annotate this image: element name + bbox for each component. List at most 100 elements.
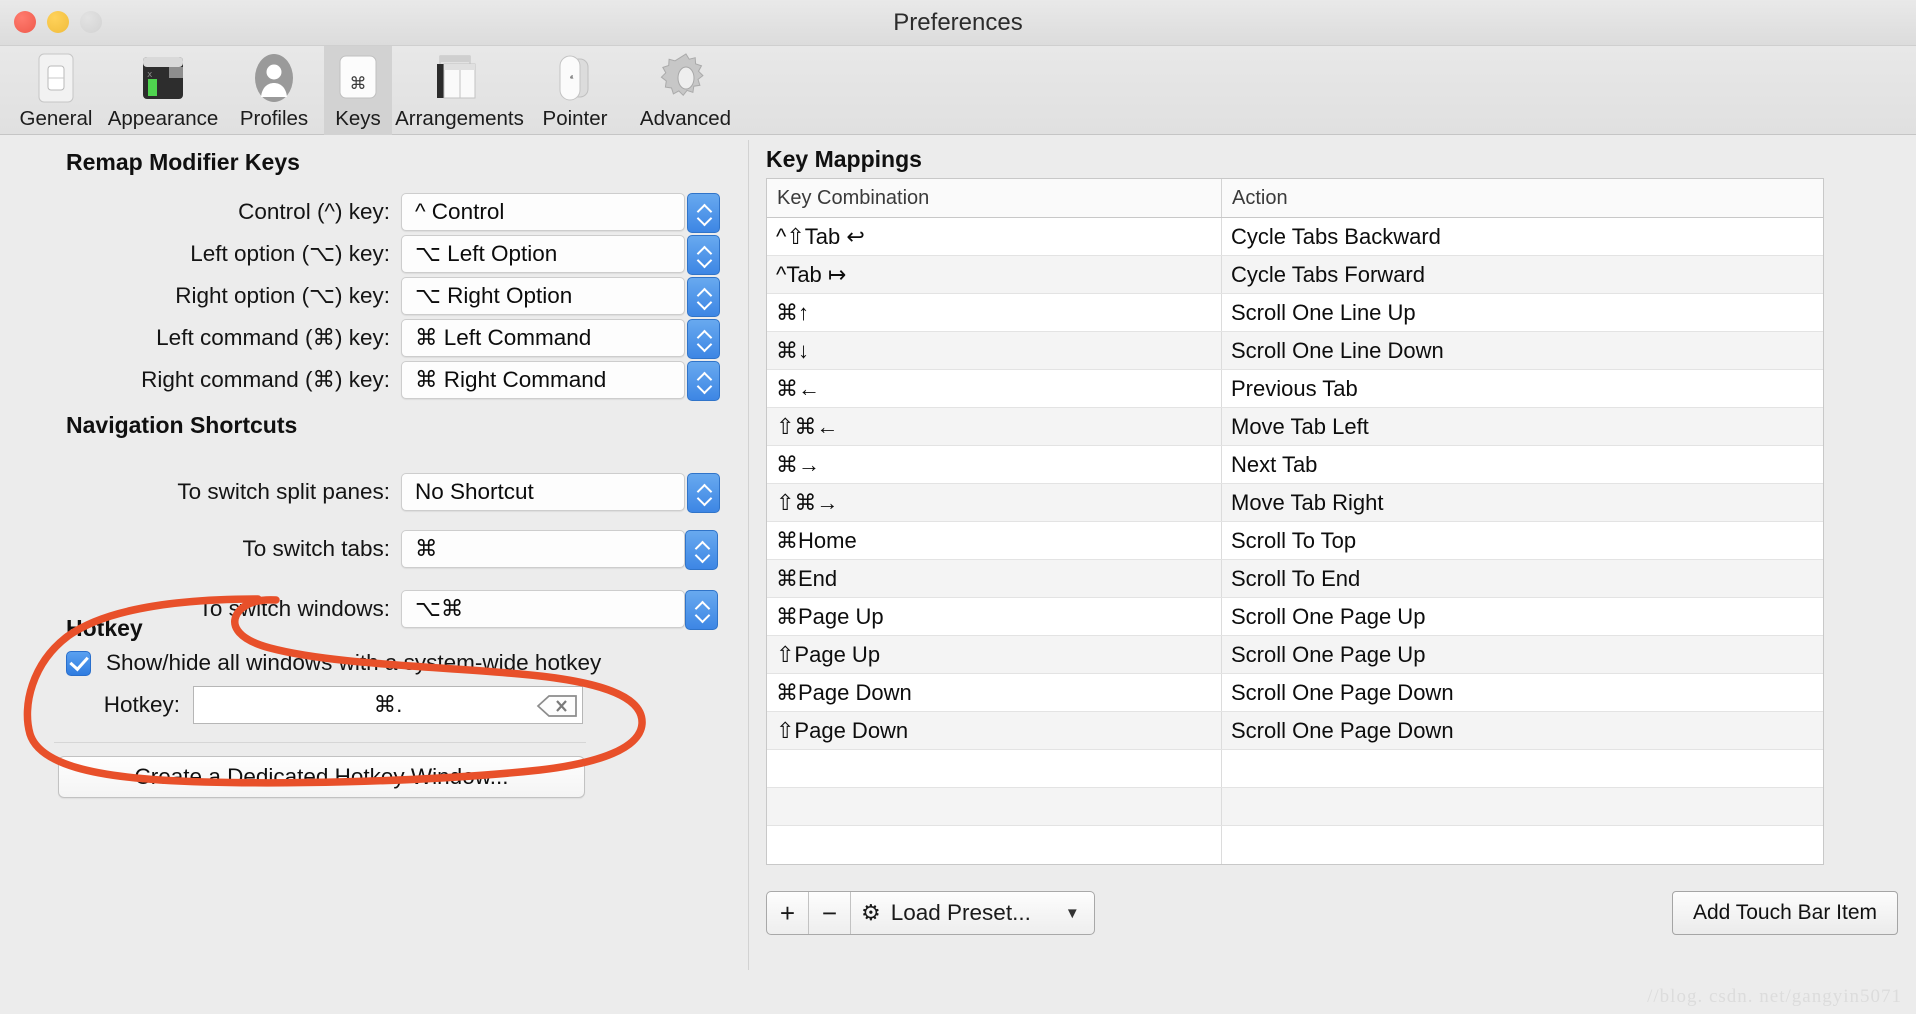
key-mappings-heading: Key Mappings: [766, 146, 922, 172]
table-row[interactable]: ⌘Page Up Scroll One Page Up: [767, 598, 1823, 636]
table-row[interactable]: ^Tab ↦ Cycle Tabs Forward: [767, 256, 1823, 294]
remap-control-stepper[interactable]: [687, 193, 720, 233]
cell-action: Cycle Tabs Backward: [1231, 223, 1441, 249]
cell-action: Scroll One Line Down: [1231, 337, 1444, 363]
general-icon: [32, 52, 80, 104]
keys-icon: ⌘: [335, 52, 381, 104]
remap-left-command-stepper[interactable]: [687, 319, 720, 359]
load-preset-dropdown[interactable]: ⚙ Load Preset... ▼: [851, 892, 1094, 934]
remap-right-option-popup[interactable]: ⌥ Right Option: [401, 277, 720, 317]
remap-value: ^ Control: [415, 199, 505, 224]
chevron-down-icon: ▼: [1064, 904, 1080, 922]
table-row[interactable]: ⇧⌘→ Move Tab Right: [767, 484, 1823, 522]
remap-control-popup[interactable]: ^ Control: [401, 193, 720, 233]
table-row[interactable]: ⌘↓ Scroll One Line Down: [767, 332, 1823, 370]
column-header-action[interactable]: Action: [1222, 179, 1823, 217]
table-row[interactable]: ⇧Page Up Scroll One Page Up: [767, 636, 1823, 674]
remap-left-command-popup[interactable]: ⌘ Left Command: [401, 319, 720, 359]
hotkey-input[interactable]: ⌘.: [193, 686, 583, 724]
remap-row-left-command: Left command (⌘) key: ⌘ Left Command: [0, 319, 720, 359]
remap-modifier-keys-heading: Remap Modifier Keys: [66, 149, 300, 175]
cell-key-combination: ⇧⌘←: [767, 408, 1222, 445]
minus-icon: −: [821, 897, 838, 928]
cell-action: Move Tab Left: [1231, 413, 1369, 439]
chevron-down-icon: [697, 494, 711, 502]
key-mappings-table-header: Key Combination Action: [767, 179, 1823, 218]
remap-label: Left command (⌘) key:: [156, 325, 390, 350]
hotkey-checkbox[interactable]: [66, 650, 91, 676]
cell-key-combination: ⌘End: [767, 560, 1222, 597]
nav-switch-windows-popup[interactable]: ⌥⌘: [401, 590, 718, 630]
table-row[interactable]: ⇧Page Down Scroll One Page Down: [767, 712, 1823, 750]
cell-action: Scroll To End: [1231, 565, 1361, 591]
toolbar-item-profiles[interactable]: Profiles: [224, 46, 324, 135]
cell-action: Scroll One Page Down: [1231, 679, 1454, 705]
preset-segmented-control: + − ⚙ Load Preset... ▼: [766, 891, 1095, 935]
chevron-down-icon: [695, 551, 709, 559]
toolbar-item-general[interactable]: General: [10, 46, 102, 135]
create-dedicated-hotkey-window-label: Create a Dedicated Hotkey Window...: [134, 764, 509, 789]
table-row[interactable]: ⌘→ Next Tab: [767, 446, 1823, 484]
toolbar-item-label: General: [19, 107, 93, 130]
remap-value: ⌘ Left Command: [415, 325, 592, 350]
column-header-key-combination[interactable]: Key Combination: [767, 179, 1222, 217]
remap-right-option-stepper[interactable]: [687, 277, 720, 317]
watermark-text: //blog. csdn. net/gangyin5071: [1647, 986, 1902, 1007]
chevron-down-icon: [697, 256, 711, 264]
cell-key-combination: ⌘Home: [767, 522, 1222, 559]
cell-key-combination: ⌘Page Up: [767, 598, 1222, 635]
nav-value: ⌘: [415, 536, 438, 561]
remap-right-command-stepper[interactable]: [687, 361, 720, 401]
toolbar-item-arrangements[interactable]: Arrangements: [392, 46, 527, 135]
toolbar-item-keys[interactable]: ⌘ Keys: [324, 46, 392, 135]
cell-key-combination: ^⇧Tab ↩: [767, 218, 1222, 255]
add-touch-bar-item-button[interactable]: Add Touch Bar Item: [1671, 891, 1898, 935]
remap-row-right-command: Right command (⌘) key: ⌘ Right Command: [0, 361, 720, 401]
arrangements-icon: [432, 52, 488, 104]
cell-key-combination: ⌘↑: [767, 294, 1222, 331]
table-row-empty[interactable]: [767, 826, 1823, 864]
hotkey-field-row: Hotkey: ⌘.: [0, 686, 710, 724]
cell-action: Scroll One Page Down: [1231, 717, 1454, 743]
hotkey-checkbox-row[interactable]: Show/hide all windows with a system-wide…: [66, 650, 601, 676]
table-row[interactable]: ^⇧Tab ↩ Cycle Tabs Backward: [767, 218, 1823, 256]
add-mapping-button[interactable]: +: [767, 892, 809, 934]
toolbar-item-pointer[interactable]: Pointer: [527, 46, 623, 135]
toolbar-item-label: Pointer: [542, 107, 608, 130]
cell-key-combination: [767, 750, 1222, 787]
toolbar-item-label: Appearance: [107, 107, 219, 130]
table-row[interactable]: ⌘End Scroll To End: [767, 560, 1823, 598]
cell-key-combination: ⌘Page Down: [767, 674, 1222, 711]
nav-switch-tabs-stepper[interactable]: [685, 530, 718, 570]
delete-key-icon[interactable]: [536, 694, 577, 718]
create-dedicated-hotkey-window-button[interactable]: Create a Dedicated Hotkey Window...: [58, 756, 585, 798]
table-row[interactable]: ⌘Page Down Scroll One Page Down: [767, 674, 1823, 712]
cell-action: Move Tab Right: [1231, 489, 1384, 515]
toolbar-item-label: Profiles: [239, 107, 309, 130]
chevron-down-icon: [697, 214, 711, 222]
toolbar-item-label: Arrangements: [395, 107, 524, 130]
nav-split-panes-popup[interactable]: No Shortcut: [401, 473, 720, 513]
nav-switch-tabs-popup[interactable]: ⌘: [401, 530, 718, 570]
toolbar-item-appearance[interactable]: x Appearance: [102, 46, 224, 135]
nav-split-panes-stepper[interactable]: [687, 473, 720, 513]
nav-label: To switch tabs:: [242, 536, 390, 561]
nav-label: To switch split panes:: [177, 479, 390, 504]
toolbar-item-advanced[interactable]: Advanced: [623, 46, 748, 135]
table-row[interactable]: ⌘← Previous Tab: [767, 370, 1823, 408]
table-row[interactable]: ⌘Home Scroll To Top: [767, 522, 1823, 560]
nav-switch-windows-stepper[interactable]: [685, 590, 718, 630]
table-row[interactable]: ⇧⌘← Move Tab Left: [767, 408, 1823, 446]
table-row-empty[interactable]: [767, 788, 1823, 826]
table-row-empty[interactable]: [767, 750, 1823, 788]
table-row[interactable]: ⌘↑ Scroll One Line Up: [767, 294, 1823, 332]
remap-left-option-stepper[interactable]: [687, 235, 720, 275]
toolbar-item-label: Keys: [335, 107, 381, 130]
remap-right-command-popup[interactable]: ⌘ Right Command: [401, 361, 720, 401]
hotkey-input-value: ⌘.: [373, 692, 403, 717]
remove-mapping-button[interactable]: −: [809, 892, 851, 934]
remap-left-option-popup[interactable]: ⌥ Left Option: [401, 235, 720, 275]
add-touch-bar-item-label: Add Touch Bar Item: [1692, 901, 1877, 924]
advanced-icon: [660, 52, 712, 104]
remap-row-control: Control (^) key: ^ Control: [0, 193, 720, 233]
